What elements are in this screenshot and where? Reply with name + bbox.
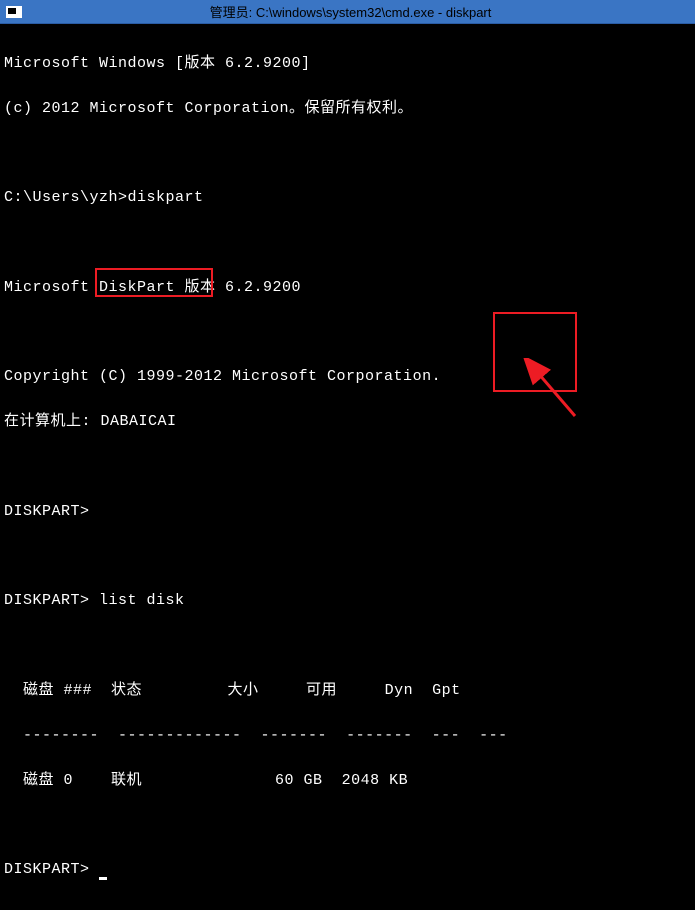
cmd-icon [6, 6, 22, 18]
window-titlebar[interactable]: 管理员: C:\windows\system32\cmd.exe - diskp… [0, 0, 695, 24]
disk-id: 磁盘 0 [4, 772, 73, 789]
diskpart-prompt: DISKPART> [4, 501, 691, 524]
gpt-column-header: Gpt [413, 682, 461, 699]
diskpart-copyright-line: Copyright (C) 1999-2012 Microsoft Corpor… [4, 366, 691, 389]
table-row: 磁盘 0 联机 60 GB 2048 KB [4, 770, 691, 793]
terminal-output[interactable]: Microsoft Windows [版本 6.2.9200] (c) 2012… [0, 24, 695, 910]
blank-line [4, 143, 691, 165]
diskpart-version-line: Microsoft DiskPart 版本 6.2.9200 [4, 277, 691, 300]
blank-line [4, 322, 691, 344]
disk-size: 60 GB [142, 772, 323, 789]
blank-line [4, 546, 691, 568]
table-separator: -------- ------------- ------- ------- -… [4, 725, 691, 748]
copyright-line: (c) 2012 Microsoft Corporation。保留所有权利。 [4, 98, 691, 121]
cursor [99, 877, 107, 880]
disk-status: 联机 [73, 772, 142, 789]
prompt-text: DISKPART> [4, 592, 99, 609]
computer-name: DABAICAI [101, 413, 177, 430]
prompt-path: C:\Users\yzh> [4, 189, 128, 206]
blank-line [4, 635, 691, 657]
blank-line [4, 232, 691, 254]
diskpart-prompt-cursor: DISKPART> [4, 859, 691, 882]
table-header: 磁盘 ### 状态 大小 可用 Dyn Gpt [4, 680, 691, 703]
blank-line [4, 815, 691, 837]
disk-dyn [408, 772, 484, 789]
window-title: 管理员: C:\windows\system32\cmd.exe - diskp… [28, 2, 673, 21]
prompt-line: C:\Users\yzh>diskpart [4, 187, 691, 210]
computer-name-line: 在计算机上: DABAICAI [4, 411, 691, 434]
blank-line [4, 456, 691, 478]
command-text: list disk [99, 592, 185, 609]
command-text: diskpart [128, 189, 204, 206]
diskpart-prompt-with-cmd: DISKPART> list disk [4, 590, 691, 613]
disk-free: 2048 KB [323, 772, 409, 789]
os-version-line: Microsoft Windows [版本 6.2.9200] [4, 53, 691, 76]
